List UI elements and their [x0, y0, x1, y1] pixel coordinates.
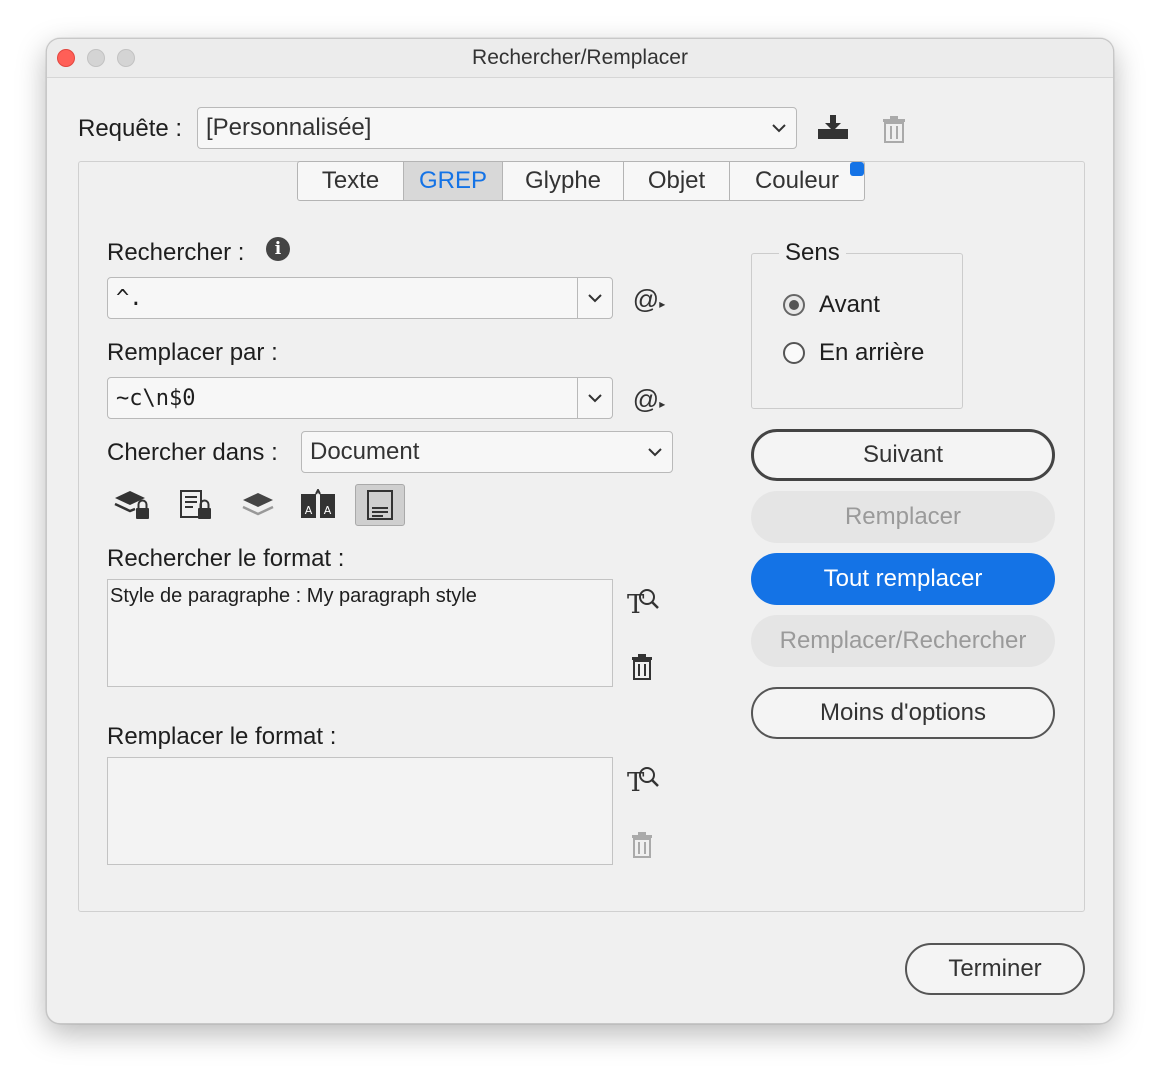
tab-glyphe[interactable]: Glyphe — [503, 162, 624, 200]
replace-button[interactable]: Remplacer — [751, 491, 1055, 543]
trash-icon — [632, 654, 652, 680]
include-footnotes-toggle[interactable] — [355, 484, 405, 526]
trash-icon — [632, 832, 652, 858]
include-hidden-layers-toggle[interactable] — [233, 484, 283, 526]
tab-texte[interactable]: Texte — [298, 162, 404, 200]
replace-find-button[interactable]: Remplacer/Rechercher — [751, 615, 1055, 667]
tab-couleur[interactable]: Couleur — [730, 162, 864, 200]
tab-grep[interactable]: GREP — [404, 162, 503, 200]
next-button[interactable]: Suivant — [751, 429, 1055, 481]
chevron-down-icon — [762, 108, 796, 148]
radio-unselected[interactable] — [783, 342, 805, 364]
save-query-icon — [818, 115, 848, 139]
replace-special-chars-button[interactable]: @▸ — [627, 382, 671, 416]
query-dropdown[interactable]: [Personnalisée] — [197, 107, 797, 149]
direction-group — [751, 253, 963, 409]
direction-backward-label: En arrière — [819, 339, 925, 366]
direction-forward-option[interactable]: Avant — [783, 291, 880, 319]
replace-history-dropdown[interactable] — [577, 378, 612, 418]
replace-value: ~c\n$0 — [116, 385, 196, 411]
include-master-pages-toggle[interactable]: A A — [293, 484, 343, 526]
clear-replace-format-button[interactable] — [627, 829, 657, 861]
fewer-options-button[interactable]: Moins d'options — [751, 687, 1055, 739]
replace-label: Remplacer par : — [107, 339, 278, 366]
tab-bar: Texte GREP Glyphe Objet Couleur — [297, 161, 865, 201]
specify-replace-format-button[interactable]: T — [623, 761, 663, 797]
format-search-icon: T — [627, 589, 659, 616]
clear-find-format-button[interactable] — [627, 651, 657, 683]
search-in-dropdown[interactable]: Document — [301, 431, 673, 473]
direction-legend: Sens — [779, 239, 846, 267]
find-label: Rechercher : — [107, 239, 245, 266]
window-title: Rechercher/Remplacer — [472, 46, 688, 69]
find-format-label: Rechercher le format : — [107, 545, 345, 572]
title-bar: Rechercher/Remplacer — [47, 39, 1113, 78]
svg-text:A: A — [324, 504, 332, 517]
chevron-down-icon — [638, 432, 672, 472]
replace-format-label: Remplacer le format : — [107, 723, 337, 750]
find-replace-window: Rechercher/Remplacer Requête : [Personna… — [46, 38, 1114, 1024]
direction-forward-label: Avant — [819, 291, 880, 318]
done-button[interactable]: Terminer — [905, 943, 1085, 995]
tab-objet[interactable]: Objet — [624, 162, 730, 200]
info-icon: i — [266, 237, 290, 261]
find-input[interactable]: ^. — [107, 277, 613, 319]
find-history-dropdown[interactable] — [577, 278, 612, 318]
format-search-icon: T — [627, 767, 659, 794]
query-value: [Personnalisée] — [206, 114, 372, 141]
chevron-down-icon — [588, 294, 602, 303]
specify-find-format-button[interactable]: T — [623, 583, 663, 619]
query-label: Requête : — [78, 115, 183, 142]
direction-backward-option[interactable]: En arrière — [783, 339, 924, 367]
replace-format-box[interactable] — [107, 757, 613, 865]
replace-all-button[interactable]: Tout remplacer — [751, 553, 1055, 605]
find-format-value: Style de paragraphe : My paragraph style — [110, 585, 477, 607]
save-query-button[interactable] — [813, 109, 853, 145]
include-locked-layers-toggle[interactable] — [107, 484, 157, 526]
footnotes-icon — [367, 490, 393, 520]
find-value: ^. — [116, 285, 143, 311]
hidden-layers-icon — [242, 493, 274, 516]
modified-indicator — [850, 162, 864, 176]
trash-icon — [883, 116, 905, 143]
search-in-value: Document — [310, 438, 420, 465]
info-button[interactable]: i — [266, 237, 290, 261]
locked-story-icon — [180, 490, 211, 519]
replace-input[interactable]: ~c\n$0 — [107, 377, 613, 419]
include-locked-stories-toggle[interactable] — [171, 484, 221, 526]
search-in-label: Chercher dans : — [107, 439, 278, 466]
find-special-chars-button[interactable]: @▸ — [627, 282, 671, 316]
delete-query-button[interactable] — [877, 111, 911, 147]
at-sign-icon: @▸ — [632, 283, 666, 314]
at-sign-icon: @▸ — [632, 383, 666, 414]
find-format-box[interactable]: Style de paragraphe : My paragraph style — [107, 579, 613, 687]
locked-layers-icon — [114, 491, 149, 519]
radio-selected[interactable] — [783, 294, 805, 316]
chevron-down-icon — [588, 394, 602, 403]
master-pages-icon: A A — [301, 489, 335, 518]
svg-text:A: A — [305, 504, 313, 517]
